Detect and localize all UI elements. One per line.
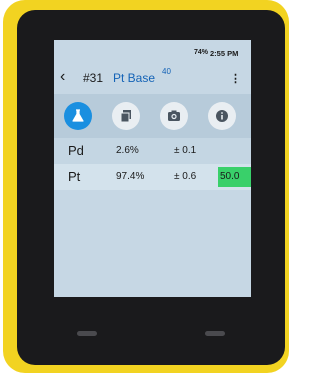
- concentration-value: 2.6%: [116, 145, 139, 156]
- result-row-pd[interactable]: Pd 2.6% ± 0.1: [54, 138, 251, 164]
- sample-name[interactable]: Pt Base: [113, 71, 155, 85]
- flask-icon: [72, 109, 84, 122]
- sample-number: #31: [83, 71, 104, 85]
- result-row-pt[interactable]: Pt 97.4% ± 0.6 50.0: [54, 164, 251, 190]
- more-menu-icon[interactable]: ⋮: [230, 72, 241, 85]
- concentration-value: 97.4%: [116, 171, 145, 182]
- speaker-slot-right: [205, 331, 225, 336]
- copy-button[interactable]: [112, 102, 140, 130]
- error-value: ± 0.6: [174, 171, 197, 182]
- status-bar: 74% 2:55 PM: [54, 40, 251, 62]
- app-header: ‹ #31 Pt Base 40 ⋮: [54, 62, 251, 94]
- info-button[interactable]: [208, 102, 236, 130]
- sample-superscript: 40: [162, 67, 171, 76]
- toolbar: [54, 94, 251, 138]
- grade-match-badge: 50.0: [218, 167, 251, 187]
- speaker-slot-left: [77, 331, 97, 336]
- element-symbol: Pt: [68, 169, 81, 184]
- element-symbol: Pd: [68, 143, 84, 158]
- camera-icon: [168, 110, 180, 121]
- camera-button[interactable]: [160, 102, 188, 130]
- battery-level: 74%: [194, 49, 209, 56]
- info-icon: [216, 110, 228, 122]
- analysis-button[interactable]: [64, 102, 92, 130]
- results-empty-area: [54, 190, 251, 297]
- error-value: ± 0.1: [174, 145, 197, 156]
- copy-icon: [120, 110, 131, 123]
- status-time: 2:55 PM: [210, 49, 239, 58]
- screen: 74% 2:55 PM ‹ #31 Pt Base 40 ⋮ Pd 2.6% ±…: [54, 40, 251, 297]
- back-icon[interactable]: ‹: [60, 68, 65, 86]
